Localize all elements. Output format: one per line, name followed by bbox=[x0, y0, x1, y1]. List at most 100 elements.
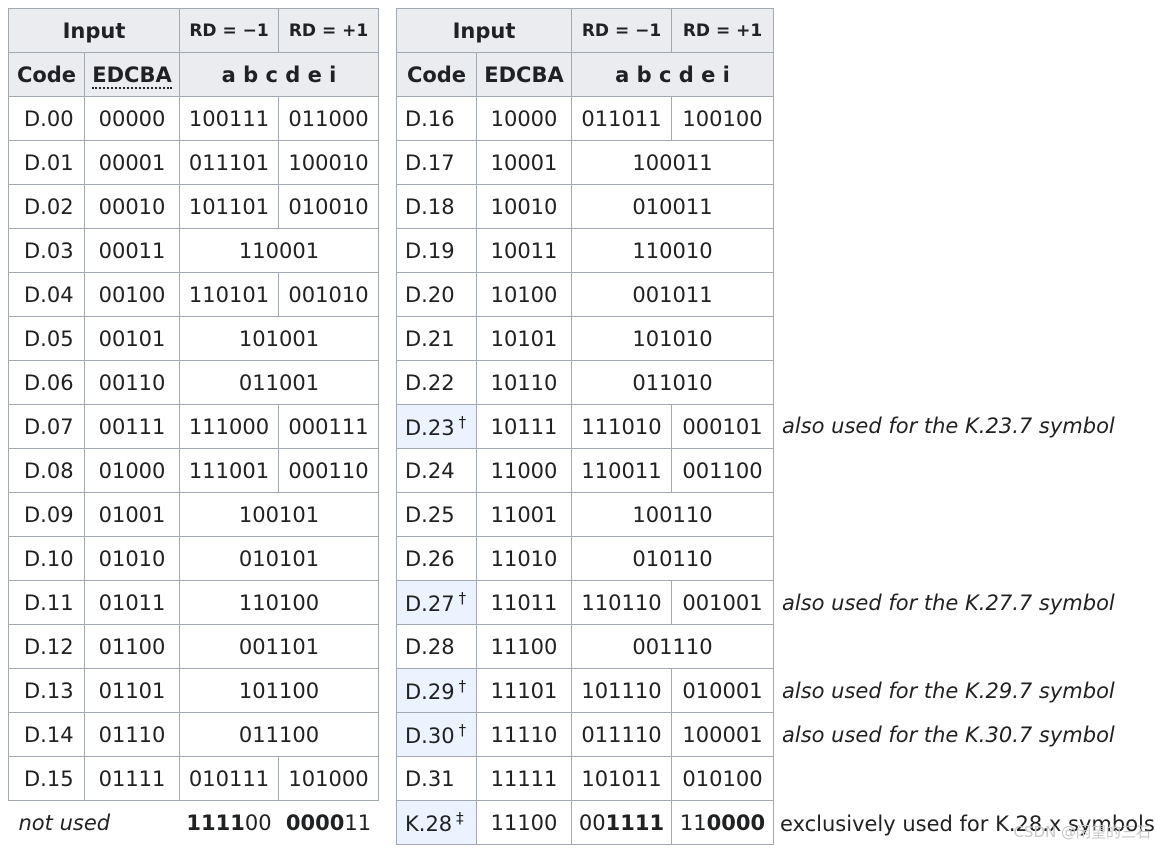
header-row-1: Input RD = −1 RD = +1 bbox=[7, 8, 380, 53]
abcdei-cell: 001110 bbox=[571, 624, 775, 669]
edcba-cell: 11011 bbox=[475, 580, 573, 625]
edcba-cell: 01010 bbox=[83, 536, 181, 581]
note-d27: also used for the K.27.7 symbol bbox=[782, 591, 1115, 615]
table-row: D.21 10101 101010 bbox=[396, 316, 775, 361]
left-table-body: D.00 00000 100111 011000 D.01 00001 011101 1000… bbox=[8, 96, 380, 801]
abcdei-header: a b c d e i bbox=[179, 52, 380, 97]
abcdei-cell: 010101 bbox=[179, 536, 380, 581]
dagger-mark[interactable]: † bbox=[459, 721, 467, 739]
edcba-cell: 11111 bbox=[475, 756, 573, 801]
not-used-row: not used 111100 000011 bbox=[8, 800, 379, 844]
table-row: D.30 † 11110 011110 100001 bbox=[396, 712, 775, 757]
code-cell[interactable]: D.23 † bbox=[396, 404, 477, 449]
code-cell: D.07 bbox=[8, 404, 85, 449]
rd-minus-cell: 111010 bbox=[571, 404, 673, 449]
edcba-cell: 10110 bbox=[475, 360, 573, 405]
note-d23: also used for the K.23.7 symbol bbox=[782, 414, 1115, 438]
abcdei-cell: 101001 bbox=[179, 316, 380, 361]
edcba-cell: 10101 bbox=[475, 316, 573, 361]
abcdei-cell: 001101 bbox=[179, 624, 380, 669]
table-row: D.04 00100 110101 001010 bbox=[8, 272, 380, 317]
rd-minus-cell: 110011 bbox=[571, 448, 673, 493]
edcba-header[interactable]: EDCBA bbox=[83, 52, 181, 97]
note-d30: also used for the K.30.7 symbol bbox=[782, 723, 1115, 747]
edcba-cell: 01110 bbox=[83, 712, 181, 757]
table-row: D.15 01111 010111 101000 bbox=[8, 756, 380, 801]
dagger-mark[interactable]: † bbox=[459, 677, 467, 695]
edcba-cell: 11010 bbox=[475, 536, 573, 581]
edcba-cell: 01000 bbox=[83, 448, 181, 493]
rd-plus-cell: 010001 bbox=[671, 668, 775, 713]
code-cell[interactable]: D.27 † bbox=[396, 580, 477, 625]
code-cell: D.14 bbox=[8, 712, 85, 757]
code-cell: D.20 bbox=[396, 272, 477, 317]
note-d29: also used for the K.29.7 symbol bbox=[782, 679, 1115, 703]
rd-minus-cell: 101011 bbox=[571, 756, 673, 801]
dagger-mark[interactable]: † bbox=[459, 413, 467, 431]
abcdei-cell: 101100 bbox=[179, 668, 380, 713]
edcba-cell: 10000 bbox=[475, 96, 573, 141]
header-row-2: Code EDCBA a b c d e i bbox=[396, 52, 775, 97]
table-row: D.03 00011 110001 bbox=[8, 228, 380, 273]
right-table-body: D.16 10000 011011 100100 D.17 10001 100011 D.18… bbox=[396, 96, 775, 801]
edcba-cell: 11000 bbox=[475, 448, 573, 493]
abcdei-cell: 100110 bbox=[571, 492, 775, 537]
rd-minus-cell: 101110 bbox=[571, 668, 673, 713]
edcba-cell: 00011 bbox=[83, 228, 181, 273]
edcba-cell: 11101 bbox=[475, 668, 573, 713]
abcdei-cell: 011010 bbox=[571, 360, 775, 405]
not-used-rd-minus: 111100 bbox=[179, 800, 279, 844]
code-cell: D.18 bbox=[396, 184, 477, 229]
code-header: Code bbox=[396, 52, 477, 97]
table-row: D.23 † 10111 111010 000101 bbox=[396, 404, 775, 449]
double-dagger-mark[interactable]: ‡ bbox=[456, 809, 464, 827]
code-cell: D.03 bbox=[8, 228, 85, 273]
edcba-header: EDCBA bbox=[475, 52, 573, 97]
table-row: D.05 00101 101001 bbox=[8, 316, 380, 361]
rd-plus-cell: 100010 bbox=[278, 140, 380, 185]
code-cell: D.01 bbox=[8, 140, 85, 185]
table-row: D.09 01001 100101 bbox=[8, 492, 380, 537]
input-header: Input bbox=[395, 8, 573, 53]
table-row: D.07 00111 111000 000111 bbox=[8, 404, 380, 449]
edcba-cell: 01011 bbox=[83, 580, 181, 625]
abcdei-cell: 100101 bbox=[179, 492, 380, 537]
table-row: D.25 11001 100110 bbox=[396, 492, 775, 537]
code-cell[interactable]: D.30 † bbox=[396, 712, 477, 757]
code-cell: D.04 bbox=[8, 272, 85, 317]
rd-minus-header: RD = −1 bbox=[571, 8, 673, 53]
rd-plus-cell: 101000 bbox=[278, 756, 380, 801]
abcdei-cell: 010110 bbox=[571, 536, 775, 581]
table-row: D.06 00110 011001 bbox=[8, 360, 380, 405]
dagger-mark[interactable]: † bbox=[459, 589, 467, 607]
not-used-rd-plus: 000011 bbox=[278, 800, 379, 844]
abcdei-cell: 001011 bbox=[571, 272, 775, 317]
table-row: D.17 10001 100011 bbox=[396, 140, 775, 185]
edcba-cell: 11001 bbox=[475, 492, 573, 537]
rd-minus-cell: 011110 bbox=[571, 712, 673, 757]
rd-plus-cell: 100001 bbox=[671, 712, 775, 757]
table-row: D.14 01110 011100 bbox=[8, 712, 380, 757]
code-cell: D.24 bbox=[396, 448, 477, 493]
abcdei-cell: 110001 bbox=[179, 228, 380, 273]
code-cell: D.16 bbox=[396, 96, 477, 141]
rd-minus-cell: 101101 bbox=[179, 184, 280, 229]
rd-minus-cell: 011011 bbox=[571, 96, 673, 141]
rd-minus-cell: 010111 bbox=[179, 756, 280, 801]
code-cell: D.13 bbox=[8, 668, 85, 713]
k28-code[interactable]: K.28 ‡ bbox=[396, 800, 477, 845]
code-cell[interactable]: D.29 † bbox=[396, 668, 477, 713]
code-cell: D.02 bbox=[8, 184, 85, 229]
edcba-cell: 11110 bbox=[475, 712, 573, 757]
code-cell: D.26 bbox=[396, 536, 477, 581]
edcba-cell: 10001 bbox=[475, 140, 573, 185]
rd-plus-cell: 100100 bbox=[671, 96, 775, 141]
abcdei-cell: 010011 bbox=[571, 184, 775, 229]
rd-plus-cell: 000101 bbox=[671, 404, 775, 449]
header-row-1: Input RD = −1 RD = +1 bbox=[395, 8, 775, 53]
rd-plus-cell: 001001 bbox=[671, 580, 775, 625]
code-cell: D.17 bbox=[396, 140, 477, 185]
rd-minus-cell: 111000 bbox=[179, 404, 280, 449]
table-row: D.22 10110 011010 bbox=[396, 360, 775, 405]
edcba-abbr[interactable]: EDCBA bbox=[92, 62, 172, 89]
